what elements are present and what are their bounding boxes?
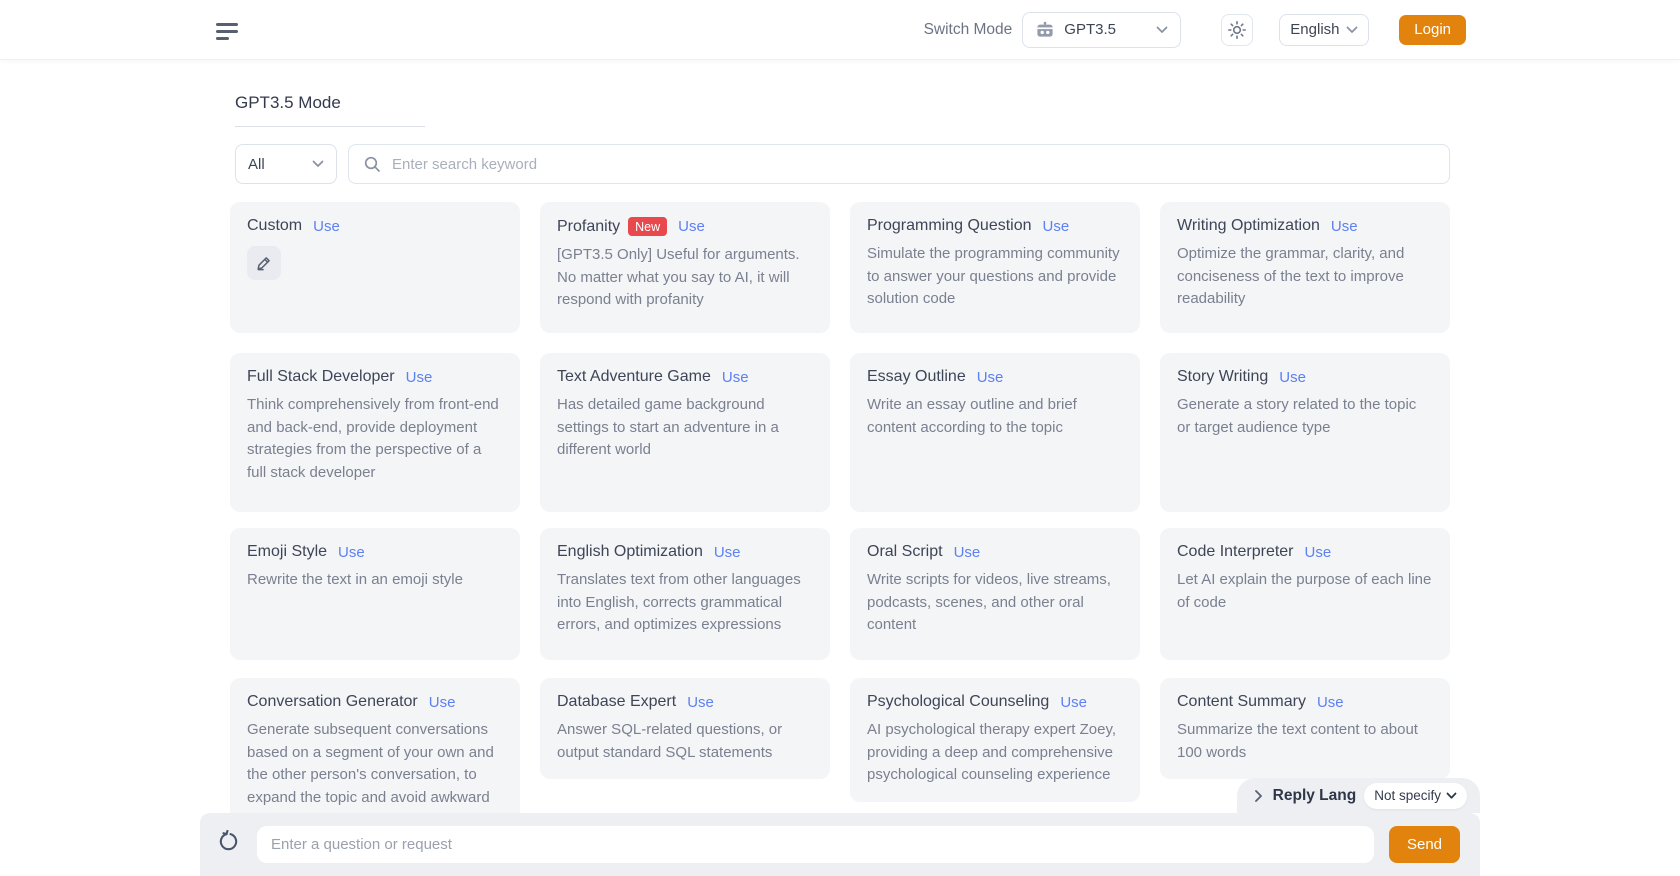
chevron-down-icon [1346,26,1358,34]
sun-icon [1227,20,1247,40]
main-content: GPT3.5 Mode All Custom Use [230,0,1450,847]
card-description: Summarize the text content to about 100 … [1177,719,1433,764]
prompt-card: Story Writing Use Generate a story relat… [1160,353,1450,512]
new-badge: New [628,217,667,236]
use-link[interactable]: Use [687,694,714,711]
card-description: AI psychological therapy expert Zoey, pr… [867,719,1123,787]
use-link[interactable]: Use [406,369,433,386]
page-title: GPT3.5 Mode [235,93,425,127]
chat-input-bar: Reply Lang Not specify Send [200,813,1480,876]
chevron-down-icon [312,160,324,168]
card-description: Answer SQL-related questions, or output … [557,719,813,764]
category-select-value: All [248,156,312,173]
refresh-button[interactable] [217,830,240,853]
card-description: Let AI explain the purpose of each line … [1177,569,1433,614]
use-link[interactable]: Use [954,544,981,561]
model-select[interactable]: GPT3.5 [1022,12,1181,48]
prompt-card: Database Expert Use Answer SQL-related q… [540,678,830,779]
search-icon [363,155,381,173]
use-link[interactable]: Use [678,218,705,235]
prompt-card: Code Interpreter Use Let AI explain the … [1160,528,1450,660]
card-description: Write scripts for videos, live streams, … [867,569,1123,637]
card-title: Code Interpreter [1177,543,1294,561]
card-title: Custom [247,217,302,235]
question-input[interactable] [257,826,1374,863]
use-link[interactable]: Use [338,544,365,561]
use-link[interactable]: Use [714,544,741,561]
use-link[interactable]: Use [1331,218,1358,235]
prompt-card: Emoji Style Use Rewrite the text in an e… [230,528,520,660]
refresh-icon [217,830,240,853]
card-title: Psychological Counseling [867,693,1049,711]
card-title: Profanity [557,218,620,236]
prompt-card: Oral Script Use Write scripts for videos… [850,528,1140,660]
prompt-card: Writing Optimization Use Optimize the gr… [1160,202,1450,333]
menu-icon[interactable] [216,20,240,40]
send-button[interactable]: Send [1389,826,1460,863]
card-title: Programming Question [867,217,1032,235]
prompt-card: Content Summary Use Summarize the text c… [1160,678,1450,779]
search-input[interactable] [392,156,1435,173]
prompt-card-custom: Custom Use [230,202,520,333]
use-link[interactable]: Use [429,694,456,711]
reply-lang-panel: Reply Lang Not specify [1237,778,1480,813]
search-box [348,144,1450,184]
prompt-card: Psychological Counseling Use AI psycholo… [850,678,1140,802]
card-title: Database Expert [557,693,676,711]
card-description: [GPT3.5 Only] Useful for arguments. No m… [557,244,813,312]
chevron-down-icon [1156,26,1168,34]
reply-lang-select[interactable]: Not specify [1364,783,1467,809]
prompt-card: Text Adventure Game Use Has detailed gam… [540,353,830,512]
card-title: Essay Outline [867,368,966,386]
chevron-right-icon[interactable] [1254,789,1263,803]
use-link[interactable]: Use [313,218,340,235]
language-select[interactable]: English [1279,14,1369,46]
switch-mode-label: Switch Mode [924,21,1013,39]
card-title: Writing Optimization [1177,217,1320,235]
card-description: Has detailed game background settings to… [557,394,813,462]
language-select-value: English [1290,21,1346,38]
card-title: Full Stack Developer [247,368,395,386]
card-description: Optimize the grammar, clarity, and conci… [1177,243,1433,311]
category-select[interactable]: All [235,144,337,184]
use-link[interactable]: Use [1279,369,1306,386]
use-link[interactable]: Use [1317,694,1344,711]
edit-pencil-icon [255,254,273,272]
login-button[interactable]: Login [1399,15,1466,45]
card-title: English Optimization [557,543,703,561]
top-header: Switch Mode GPT3.5 [0,0,1680,60]
use-link[interactable]: Use [1060,694,1087,711]
card-title: Emoji Style [247,543,327,561]
chevron-down-icon [1446,792,1457,800]
card-title: Text Adventure Game [557,368,711,386]
theme-toggle-button[interactable] [1221,14,1253,46]
card-title: Story Writing [1177,368,1268,386]
card-title: Content Summary [1177,693,1306,711]
prompt-card: Programming Question Use Simulate the pr… [850,202,1140,333]
model-select-value: GPT3.5 [1064,21,1156,38]
card-description: Write an essay outline and brief content… [867,394,1123,439]
use-link[interactable]: Use [722,369,749,386]
prompt-card: English Optimization Use Translates text… [540,528,830,660]
card-title: Oral Script [867,543,943,561]
prompt-card: Essay Outline Use Write an essay outline… [850,353,1140,512]
prompt-card: Profanity New Use [GPT3.5 Only] Useful f… [540,202,830,333]
card-title: Conversation Generator [247,693,418,711]
edit-custom-button[interactable] [247,246,281,280]
card-description: Think comprehensively from front-end and… [247,394,503,484]
card-description: Simulate the programming community to an… [867,243,1123,311]
use-link[interactable]: Use [1305,544,1332,561]
reply-lang-value: Not specify [1374,788,1441,803]
card-description: Generate a story related to the topic or… [1177,394,1433,439]
robot-icon [1035,20,1055,40]
prompt-card: Full Stack Developer Use Think comprehen… [230,353,520,512]
use-link[interactable]: Use [977,369,1004,386]
card-description: Rewrite the text in an emoji style [247,569,503,592]
card-description: Translates text from other languages int… [557,569,813,637]
use-link[interactable]: Use [1043,218,1070,235]
reply-lang-label: Reply Lang [1273,787,1357,805]
